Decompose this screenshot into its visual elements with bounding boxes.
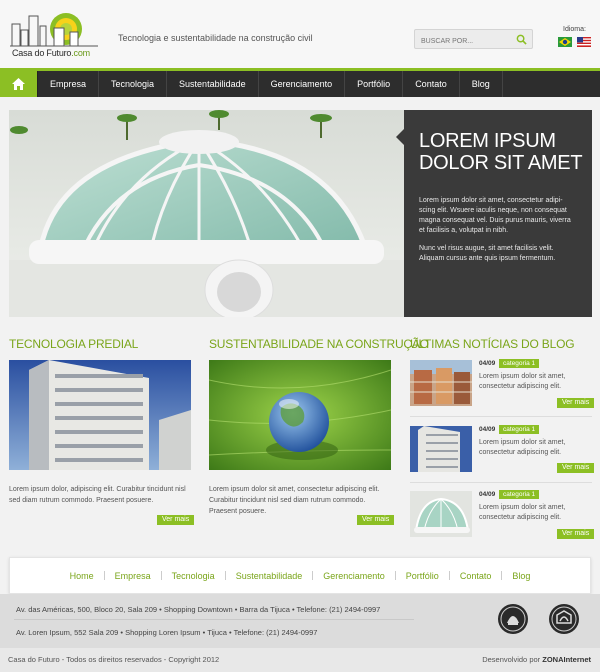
footer-nav-portfolio[interactable]: Portfólio xyxy=(396,571,449,581)
blog-item-date: 04/09 xyxy=(479,491,496,498)
blog-item-category[interactable]: categoria 1 xyxy=(499,359,540,368)
usa-flag-icon[interactable] xyxy=(577,37,591,47)
footer-nav-contato[interactable]: Contato xyxy=(450,571,502,581)
ver-mais-button[interactable]: Ver mais xyxy=(157,515,195,525)
footer-nav-gerenciamento[interactable]: Gerenciamento xyxy=(313,571,395,581)
nav-item-blog[interactable]: Blog xyxy=(460,71,503,97)
section-text-tecnologia-predial: Lorem ipsum dolor, adipiscing elit. Cura… xyxy=(9,486,186,504)
footer-nav-sustentabilidade[interactable]: Sustentabilidade xyxy=(226,571,313,581)
hero-banner[interactable]: LOREM IPSUM DOLOR SIT AMET Lorem ipsum d… xyxy=(9,110,592,317)
blog-item: 04/09 categoria 1 Lorem ipsum dolor sit … xyxy=(410,425,592,490)
footer-nav-tecnologia[interactable]: Tecnologia xyxy=(162,571,225,581)
nav-item-sustentabilidade[interactable]: Sustentabilidade xyxy=(167,71,259,97)
address-line-1: Av. das Américas, 500, Bloco 20, Sala 20… xyxy=(16,605,381,614)
home-button[interactable] xyxy=(0,71,38,97)
blog-item-image[interactable] xyxy=(410,426,472,472)
hero-panel: LOREM IPSUM DOLOR SIT AMET Lorem ipsum d… xyxy=(404,110,592,317)
ver-mais-button[interactable]: Ver mais xyxy=(357,515,395,525)
footer-nav: Home Empresa Tecnologia Sustentabilidade… xyxy=(9,557,591,594)
developer-credit[interactable]: Desenvolvido por ZONAInternet xyxy=(482,655,591,664)
green-building-seal-icon[interactable] xyxy=(548,603,580,635)
hero-text-secondary: Nunc vel risus augue, sit amet facilisis… xyxy=(419,245,556,262)
address-divider xyxy=(14,619,414,620)
blog-item-text: Lorem ipsum dolor sit amet, consectetur … xyxy=(479,373,566,390)
nav-item-empresa[interactable]: Empresa xyxy=(38,71,100,97)
blog-divider xyxy=(410,482,592,483)
blog-item-date: 04/09 xyxy=(479,426,496,433)
ver-mais-button[interactable]: Ver mais xyxy=(557,398,595,408)
blog-item: 04/09 categoria 1 Lorem ipsum dolor sit … xyxy=(410,490,592,555)
nav-item-portfolio[interactable]: Portfólio xyxy=(345,71,404,97)
blog-item-image[interactable] xyxy=(410,491,472,537)
language-label: Idioma: xyxy=(563,26,586,33)
blog-item-text: Lorem ipsum dolor sit amet, consectetur … xyxy=(479,504,566,521)
hero-image xyxy=(9,110,404,317)
blog-item-date: 04/09 xyxy=(479,360,496,367)
address-line-2: Av. Loren Ipsum, 552 Sala 209 • Shopping… xyxy=(16,628,318,637)
home-icon xyxy=(12,78,25,90)
footer-nav-blog[interactable]: Blog xyxy=(502,571,540,581)
hero-text: Lorem ipsum dolor sit amet, consectetur … xyxy=(419,197,571,234)
brazil-flag-icon[interactable] xyxy=(558,37,572,47)
tagline: Tecnologia e sustentabilidade na constru… xyxy=(118,33,313,43)
blog-item-image[interactable] xyxy=(410,360,472,406)
logo-text[interactable]: Casa do Futuro.com xyxy=(12,48,90,58)
blog-item-text: Lorem ipsum dolor sit amet, consectetur … xyxy=(479,439,566,456)
leaf-earth-image[interactable] xyxy=(209,360,391,470)
nav-item-tecnologia[interactable]: Tecnologia xyxy=(99,71,168,97)
section-title-sustentabilidade[interactable]: SUSTENTABILIDADE NA CONSTRUÇÃO xyxy=(209,337,429,351)
certification-seal-icon[interactable] xyxy=(497,603,529,635)
nav-item-gerenciamento[interactable]: Gerenciamento xyxy=(259,71,346,97)
header: Casa do Futuro.com Tecnologia e sustenta… xyxy=(0,0,600,70)
blog-divider xyxy=(410,416,592,417)
search-input[interactable] xyxy=(415,32,511,51)
hero-title: LOREM IPSUM DOLOR SIT AMET xyxy=(419,130,583,174)
search-box xyxy=(414,29,533,51)
building-image[interactable] xyxy=(9,360,191,470)
ver-mais-button[interactable]: Ver mais xyxy=(557,463,595,473)
footer-nav-home[interactable]: Home xyxy=(60,571,104,581)
main-nav: Empresa Tecnologia Sustentabilidade Gere… xyxy=(0,71,600,97)
blog-item-category[interactable]: categoria 1 xyxy=(499,490,540,499)
section-title-tecnologia-predial[interactable]: TECNOLOGIA PREDIAL xyxy=(9,337,138,351)
blog-item: 04/09 categoria 1 Lorem ipsum dolor sit … xyxy=(410,359,592,424)
section-text-sustentabilidade: Lorem ipsum dolor sit amet, consectetur … xyxy=(209,486,380,515)
nav-item-contato[interactable]: Contato xyxy=(403,71,460,97)
ver-mais-button[interactable]: Ver mais xyxy=(557,529,595,539)
copyright-text: Casa do Futuro - Todos os direitos reser… xyxy=(8,655,220,664)
section-title-blog[interactable]: ÚLTIMAS NOTÍCIAS DO BLOG xyxy=(410,337,575,351)
footer-nav-empresa[interactable]: Empresa xyxy=(105,571,161,581)
blog-item-category[interactable]: categoria 1 xyxy=(499,425,540,434)
search-icon[interactable] xyxy=(516,34,527,45)
